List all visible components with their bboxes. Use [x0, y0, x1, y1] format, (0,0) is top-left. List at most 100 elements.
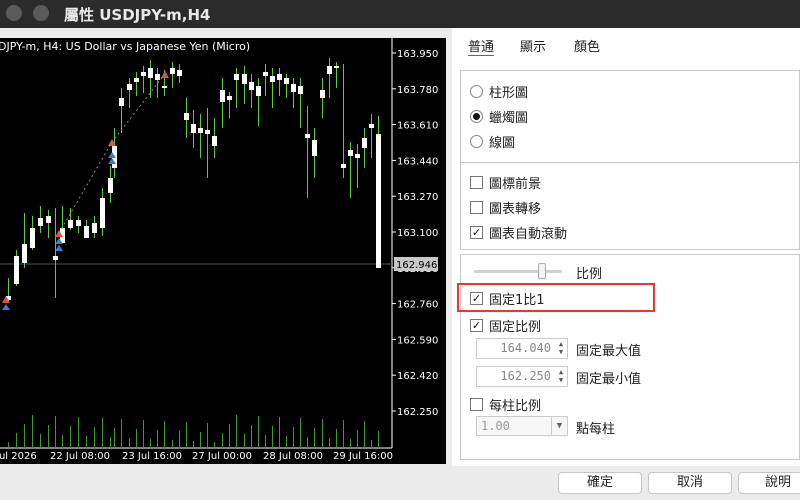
fixed-min-input[interactable]: 162.250 ▲ ▼ — [476, 366, 568, 387]
candle-body — [119, 98, 124, 106]
spinner-arrows-icon[interactable]: ▲ ▼ — [556, 368, 566, 385]
candle-body — [46, 216, 51, 223]
radio-candlestick[interactable]: 蠟燭圖 — [470, 107, 528, 126]
candle-body — [270, 76, 275, 82]
candle-body — [22, 244, 27, 263]
radio-line-chart[interactable]: 線圖 — [470, 132, 515, 151]
checkbox-label: 圖標前景 — [489, 177, 542, 192]
radio-label: 蠟燭圖 — [489, 111, 529, 126]
candle-body — [184, 113, 189, 120]
candle-body — [198, 128, 203, 133]
checkbox-label: 固定比例 — [489, 320, 542, 335]
candle-body — [249, 82, 254, 90]
radio-bar-chart[interactable]: 柱形圖 — [470, 82, 528, 101]
properties-panel: 普通 顯示 顏色 柱形圖 蠟燭圖 線圖 圖標前景 圖表轉移 圖表自動滾動 比例 … — [452, 28, 800, 466]
points-per-bar-label: 點每柱 — [576, 422, 616, 437]
candle-body — [68, 220, 73, 228]
candle-body — [327, 66, 332, 74]
time-axis-label: 23 Jul 16:00 — [122, 451, 182, 462]
chevron-down-icon[interactable]: ▼ — [551, 417, 567, 435]
candle-body — [355, 154, 360, 158]
chart-preview: DJPY-m, H4: US Dollar vs Japanese Yen (M… — [0, 38, 446, 464]
candle-body — [53, 256, 58, 260]
scale-slider-track[interactable] — [474, 270, 562, 273]
candle-body — [30, 228, 35, 248]
scale-slider-thumb[interactable] — [538, 263, 546, 279]
candle-body — [170, 68, 175, 74]
candle-body — [369, 124, 374, 128]
radio-label: 線圖 — [489, 136, 516, 151]
candle-body — [92, 223, 97, 233]
candle-body — [76, 220, 81, 226]
candle-body — [148, 68, 153, 78]
price-axis-label: 163.100 — [397, 228, 438, 239]
price-axis-label: 163.780 — [397, 85, 438, 96]
checkbox-icon — [470, 176, 483, 189]
candle-body — [341, 164, 346, 168]
candle-body — [298, 86, 303, 94]
time-axis-label: 27 Jul 00:00 — [192, 451, 252, 462]
candle-body — [312, 140, 317, 156]
checkbox-fixed-scale[interactable]: 固定比例 — [470, 316, 541, 335]
fixed-min-value: 162.250 — [500, 369, 551, 383]
candle-body — [220, 90, 225, 102]
checkbox-chart-shift[interactable]: 圖表轉移 — [470, 198, 541, 217]
spinner-arrows-icon[interactable]: ▲ ▼ — [556, 340, 566, 357]
cancel-button[interactable]: 取消 — [648, 472, 732, 494]
points-per-bar-select[interactable]: 1.00 ▼ — [476, 416, 568, 436]
candle-body — [284, 78, 289, 84]
radio-label: 柱形圖 — [489, 86, 529, 101]
window-title: 屬性 USDJPY-m,H4 — [64, 6, 211, 24]
checkbox-label: 圖表轉移 — [489, 202, 542, 217]
annotation-highlight-box — [457, 283, 655, 312]
radio-selected-icon — [470, 110, 483, 123]
trade-marker — [55, 245, 63, 251]
dialog-footer: 確定 取消 說明 — [0, 466, 800, 500]
tab-common[interactable]: 普通 — [468, 36, 495, 56]
candle-body — [234, 74, 239, 80]
candle-body — [100, 198, 105, 228]
time-axis-label: 29 Jul 16:00 — [333, 451, 393, 462]
tab-show[interactable]: 顯示 — [520, 36, 546, 55]
ok-button[interactable]: 確定 — [558, 472, 642, 494]
candle-body — [362, 138, 367, 148]
minimize-window-button[interactable] — [33, 5, 49, 21]
checkbox-label: 每柱比例 — [489, 399, 542, 414]
time-axis-label: Jul 2026 — [0, 451, 37, 462]
checkbox-checked-icon — [470, 226, 483, 239]
candle-body — [84, 226, 89, 238]
points-per-bar-value: 1.00 — [481, 419, 510, 433]
price-axis-label: 163.950 — [397, 49, 438, 60]
price-axis-label: 163.610 — [397, 121, 438, 132]
tab-colors[interactable]: 顏色 — [574, 36, 600, 55]
candle-body — [376, 134, 381, 268]
candle-body — [14, 256, 19, 284]
candle-body — [141, 72, 146, 76]
candle-body — [263, 72, 268, 76]
candle-body — [227, 96, 232, 100]
radio-icon — [470, 85, 483, 98]
price-axis-label: 163.270 — [397, 192, 438, 203]
candle-body — [162, 86, 167, 88]
candle-body — [108, 178, 113, 193]
price-axis-label: 162.250 — [397, 407, 438, 418]
fixed-max-input[interactable]: 164.040 ▲ ▼ — [476, 338, 568, 359]
candle-body — [348, 150, 353, 156]
close-window-button[interactable] — [6, 5, 22, 21]
checkbox-chart-foreground[interactable]: 圖標前景 — [470, 173, 541, 192]
candle-body — [134, 78, 139, 82]
checkbox-icon — [470, 398, 483, 411]
checkbox-scale-per-bar[interactable]: 每柱比例 — [470, 395, 541, 414]
checkbox-checked-icon — [470, 319, 483, 332]
candle-body — [320, 90, 325, 98]
candle-body — [277, 74, 282, 80]
candle-body — [212, 136, 217, 146]
help-button[interactable]: 說明 — [738, 472, 800, 494]
fixed-min-label: 固定最小值 — [576, 372, 642, 387]
candle-body — [127, 84, 132, 90]
checkbox-auto-scroll[interactable]: 圖表自動滾動 — [470, 223, 567, 242]
chart-header: DJPY-m, H4: US Dollar vs Japanese Yen (M… — [0, 40, 250, 53]
candle-body — [242, 74, 247, 84]
fixed-max-label: 固定最大值 — [576, 344, 642, 359]
candle-body — [191, 124, 196, 133]
